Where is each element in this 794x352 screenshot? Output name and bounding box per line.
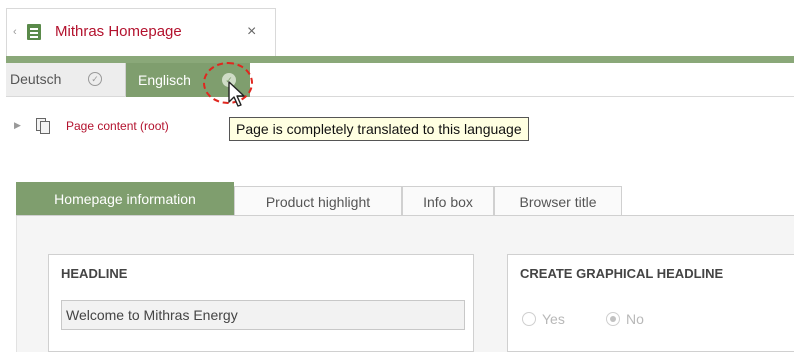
graphical-headline-heading: CREATE GRAPHICAL HEADLINE xyxy=(520,266,724,281)
tooltip: Page is completely translated to this la… xyxy=(229,117,529,141)
tab-browser-title[interactable]: Browser title xyxy=(494,186,622,216)
language-tab-deutsch[interactable]: Deutsch ✓ xyxy=(6,63,126,96)
headline-box: HEADLINE Welcome to Mithras Energy xyxy=(48,254,474,352)
tab-product-highlight[interactable]: Product highlight xyxy=(234,186,402,216)
language-label: Englisch xyxy=(138,72,191,88)
radio-label: No xyxy=(626,311,644,327)
document-tab-bar: ‹ Mithras Homepage × xyxy=(0,0,794,56)
language-bar: Deutsch ✓ Englisch ✓ xyxy=(6,63,794,97)
chevron-left-icon[interactable]: ‹ xyxy=(13,26,17,38)
tab-homepage-information[interactable]: Homepage information xyxy=(16,182,234,216)
graphical-headline-box: CREATE GRAPHICAL HEADLINE Yes No xyxy=(507,254,794,352)
tab-info-box[interactable]: Info box xyxy=(402,186,494,216)
check-circle-icon: ✓ xyxy=(88,72,102,86)
radio-no[interactable]: No xyxy=(606,311,644,327)
language-label: Deutsch xyxy=(10,71,62,87)
close-icon[interactable]: × xyxy=(247,23,256,41)
document-tab[interactable]: ‹ Mithras Homepage × xyxy=(6,8,276,56)
radio-selected-icon xyxy=(606,312,620,326)
mouse-cursor-icon xyxy=(228,81,245,107)
headline-heading: HEADLINE xyxy=(61,266,128,281)
page-icon xyxy=(27,24,41,40)
tab-accent-bar xyxy=(6,56,794,63)
page-tree-label[interactable]: Page content (root) xyxy=(66,119,169,133)
headline-input[interactable]: Welcome to Mithras Energy xyxy=(61,300,465,330)
radio-yes[interactable]: Yes xyxy=(522,311,565,327)
radio-label: Yes xyxy=(542,311,565,327)
pages-icon xyxy=(36,118,52,134)
radio-circle-icon xyxy=(522,312,536,326)
document-tab-title: Mithras Homepage xyxy=(55,23,182,40)
expand-triangle-icon[interactable]: ▶ xyxy=(14,120,21,131)
